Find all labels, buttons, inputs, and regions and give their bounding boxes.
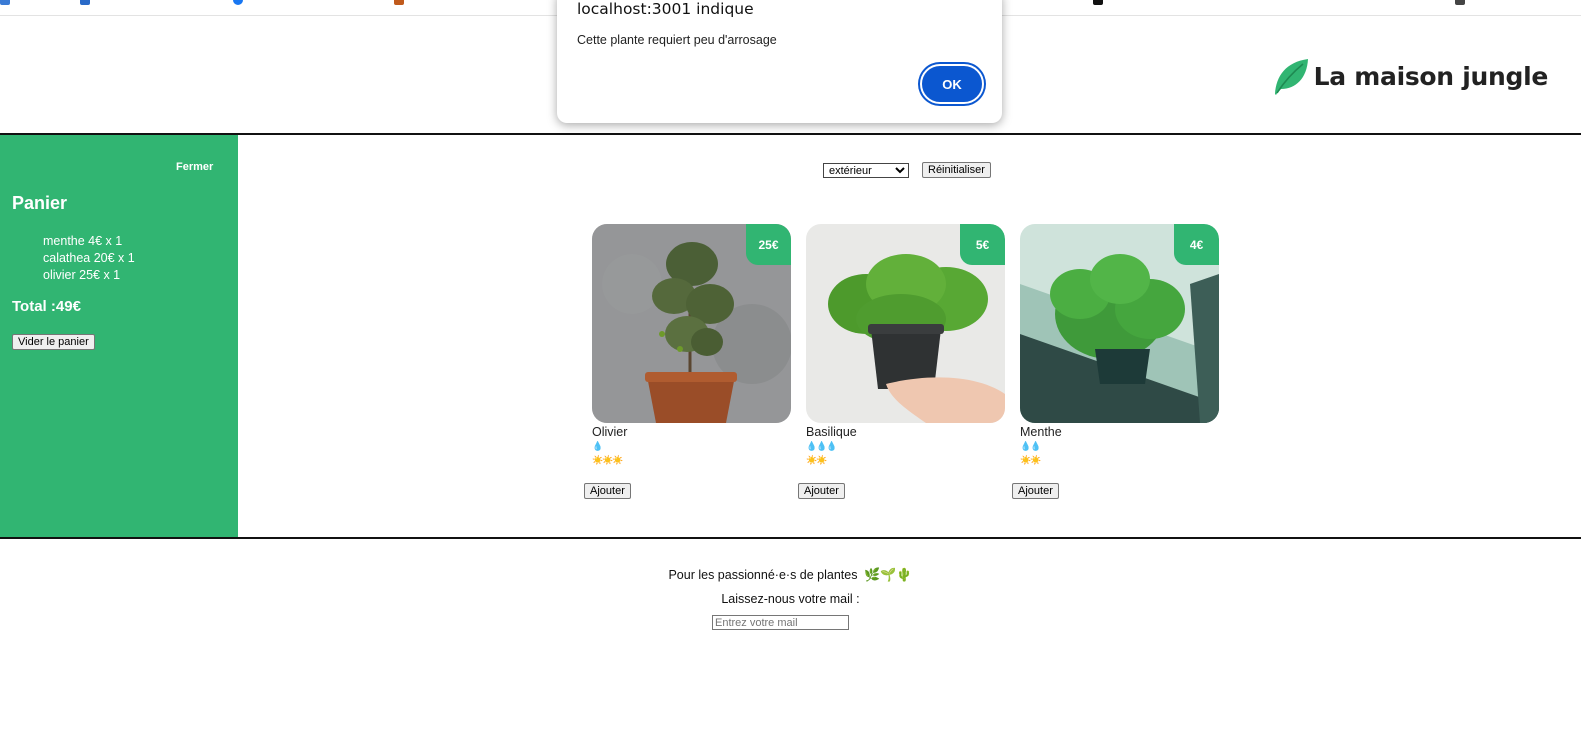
brand-title: La maison jungle — [1313, 61, 1549, 91]
add-to-cart-button[interactable]: Ajouter — [1012, 483, 1059, 499]
price-badge: 25€ — [746, 224, 791, 265]
brand: La maison jungle — [1270, 56, 1548, 96]
bookmark-item[interactable] — [80, 0, 94, 8]
cart-item: menthe 4€ x 1 — [43, 234, 123, 248]
plant-photo: 5€ — [806, 224, 1005, 423]
cart-items: menthe 4€ x 1 calathea 20€ x 1 olivier 2… — [43, 233, 135, 284]
price-badge: 4€ — [1174, 224, 1219, 265]
category-filter: extérieur Réinitialiser — [823, 162, 991, 178]
footer-tagline-text: Pour les passionné·e·s de plantes — [668, 568, 858, 582]
plant-name: Basilique — [806, 425, 857, 439]
cart-title: Panier — [12, 193, 68, 213]
category-select[interactable]: extérieur — [823, 162, 909, 178]
cart-panel: Fermer Panier menthe 4€ x 1 calathea 20€… — [0, 135, 238, 537]
bookmark-icon — [1455, 0, 1465, 6]
light-scale[interactable]: ☀️☀️ — [1020, 454, 1220, 467]
water-scale[interactable]: 💧 — [592, 440, 792, 453]
bookmark-icon — [80, 0, 90, 6]
plant-name: Menthe — [1020, 425, 1062, 439]
bookmark-item[interactable] — [0, 0, 14, 8]
cart-total: Total :49€ — [12, 298, 81, 315]
email-input[interactable] — [712, 615, 849, 630]
price-badge: 5€ — [960, 224, 1005, 265]
bookmark-icon — [1093, 0, 1103, 6]
plant-emojis: 🌿🌱🌵 — [863, 567, 913, 582]
add-to-cart-button[interactable]: Ajouter — [798, 483, 845, 499]
plant-name: Olivier — [592, 425, 628, 439]
dialog-ok-button[interactable]: OK — [920, 64, 984, 104]
reset-button[interactable]: Réinitialiser — [922, 162, 991, 178]
plant-card: 25€ Olivier 💧 ☀️☀️☀️ — [592, 224, 792, 467]
bookmark-icon — [394, 0, 404, 6]
light-scale[interactable]: ☀️☀️ — [806, 454, 1006, 467]
leaf-logo-icon — [1274, 59, 1308, 95]
light-scale[interactable]: ☀️☀️☀️ — [592, 454, 792, 467]
add-to-cart-button[interactable]: Ajouter — [584, 483, 631, 499]
water-scale[interactable]: 💧💧💧 — [806, 440, 1006, 453]
bookmark-icon — [0, 0, 10, 6]
mail-prompt: Laissez-nous votre mail : — [721, 592, 860, 606]
bookmark-item[interactable] — [394, 0, 408, 8]
plant-card: 4€ Menthe 💧💧 ☀️☀️ — [1020, 224, 1220, 467]
alert-dialog: localhost:3001 indique Cette plante requ… — [557, 0, 1002, 123]
plant-photo: 25€ — [592, 224, 791, 423]
empty-cart-button[interactable]: Vider le panier — [12, 334, 95, 350]
cart-close-button[interactable]: Fermer — [176, 161, 213, 173]
bookmark-item[interactable] — [1093, 0, 1107, 8]
dialog-message: Cette plante requiert peu d'arrosage — [577, 33, 777, 47]
bookmark-icon — [233, 0, 243, 6]
bookmark-item[interactable] — [1455, 0, 1469, 8]
water-scale[interactable]: 💧💧 — [1020, 440, 1220, 453]
dialog-title: localhost:3001 indique — [577, 0, 754, 18]
footer: Pour les passionné·e·s de plantes 🌿🌱🌵 La… — [0, 537, 1581, 740]
plant-photo: 4€ — [1020, 224, 1219, 423]
plant-card: 5€ Basilique 💧💧💧 ☀️☀️ — [806, 224, 1006, 467]
footer-tagline: Pour les passionné·e·s de plantes 🌿🌱🌵 — [0, 567, 1581, 583]
bookmark-item[interactable] — [233, 0, 247, 8]
cart-item: calathea 20€ x 1 — [43, 251, 135, 265]
cart-item: olivier 25€ x 1 — [43, 268, 121, 282]
